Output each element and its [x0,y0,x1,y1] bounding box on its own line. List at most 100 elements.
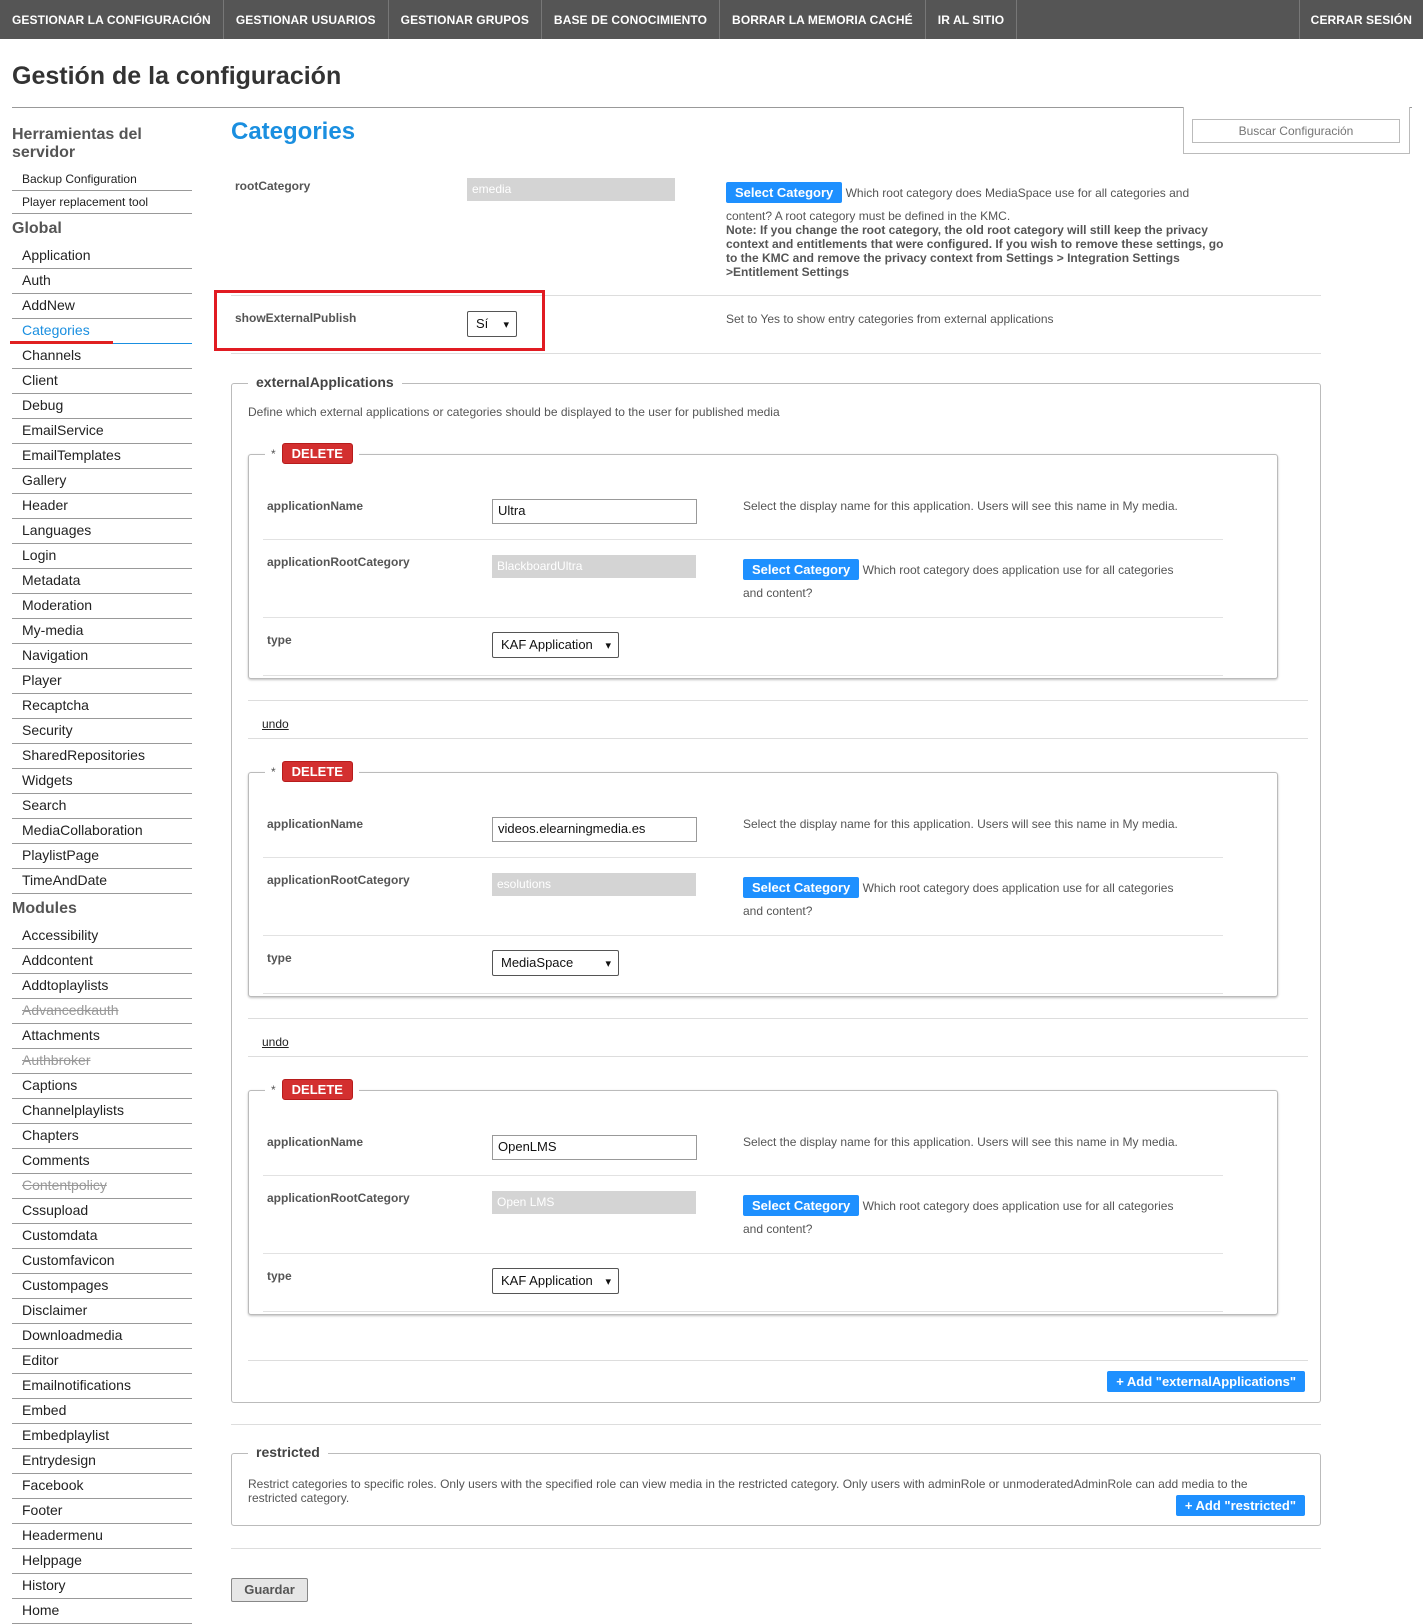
delete-button[interactable]: DELETE [281,1079,353,1100]
search-input[interactable] [1192,119,1400,143]
nav-manage-config[interactable]: GESTIONAR LA CONFIGURACIÓN [0,0,224,39]
restricted-desc: Restrict categories to specific roles. O… [248,1477,1248,1505]
sidebar-module-chapters[interactable]: Chapters [12,1124,192,1149]
app-divider [263,857,1223,858]
nav-manage-users[interactable]: GESTIONAR USUARIOS [224,0,389,39]
delete-button[interactable]: DELETE [281,443,353,464]
sidebar-item-header[interactable]: Header [12,494,192,519]
nav-manage-groups[interactable]: GESTIONAR GRUPOS [389,0,542,39]
sidebar-item-search[interactable]: Search [12,794,192,819]
save-button[interactable]: Guardar [231,1578,308,1602]
sidebar-item-client[interactable]: Client [12,369,192,394]
application-root-desc-line1: Which root category does application use… [862,881,1174,895]
sidebar-module-embedplaylist[interactable]: Embedplaylist [12,1424,192,1449]
restricted-legend: restricted [248,1444,328,1460]
sidebar-module-customdata[interactable]: Customdata [12,1224,192,1249]
root-select-category-button[interactable]: Select Category [726,182,843,203]
nav-clear-cache[interactable]: BORRAR LA MEMORIA CACHÉ [720,0,926,39]
sidebar-item-player[interactable]: Player [12,669,192,694]
sidebar-module-footer[interactable]: Footer [12,1499,192,1524]
sidebar-module-authbroker[interactable]: Authbroker [12,1049,192,1074]
sidebar-item-auth[interactable]: Auth [12,269,192,294]
app-select-category-button[interactable]: Select Category [743,559,860,580]
sidebar-item-navigation[interactable]: Navigation [12,644,192,669]
add-restricted-button[interactable]: + Add "restricted" [1175,1495,1305,1516]
sidebar-module-editor[interactable]: Editor [12,1349,192,1374]
sidebar-item-sharedrepositories[interactable]: SharedRepositories [12,744,192,769]
app-legend: * DELETE [265,761,359,782]
nav-knowledge-base[interactable]: BASE DE CONOCIMIENTO [542,0,721,39]
sidebar-module-attachments[interactable]: Attachments [12,1024,192,1049]
sidebar-heading-tools: Herramientas del servidor [12,126,142,161]
application-name-input[interactable]: OpenLMS [492,1135,697,1160]
sidebar-module-cssupload[interactable]: Cssupload [12,1199,192,1224]
nav-logout[interactable]: CERRAR SESIÓN [1300,0,1423,39]
app-select-category-button[interactable]: Select Category [743,877,860,898]
sidebar-module-comments[interactable]: Comments [12,1149,192,1174]
sidebar-item-debug[interactable]: Debug [12,394,192,419]
undo-link[interactable]: undo [262,1035,289,1049]
sidebar-module-customfavicon[interactable]: Customfavicon [12,1249,192,1274]
sidebar-item-widgets[interactable]: Widgets [12,769,192,794]
sidebar-item-addnew[interactable]: AddNew [12,294,192,319]
sidebar-item-gallery[interactable]: Gallery [12,469,192,494]
sidebar-item-playlistpage[interactable]: PlaylistPage [12,844,192,869]
active-item-underline [10,341,113,344]
sidebar-item-timeanddate[interactable]: TimeAndDate [12,869,192,894]
application-type-select[interactable]: KAF Application ▾ [492,632,619,658]
sidebar-tool-backup-configuration[interactable]: Backup Configuration [12,168,192,191]
application-name-label: applicationName [267,817,364,831]
sidebar-item-metadata[interactable]: Metadata [12,569,192,594]
delete-button[interactable]: DELETE [281,761,353,782]
root-category-desc-line1: Which root category does MediaSpace use … [845,186,1190,200]
sidebar-module-downloadmedia[interactable]: Downloadmedia [12,1324,192,1349]
sidebar-module-embed[interactable]: Embed [12,1399,192,1424]
app-divider [263,1253,1223,1254]
application-type-select[interactable]: KAF Application ▾ [492,1268,619,1294]
sidebar-module-emailnotifications[interactable]: Emailnotifications [12,1374,192,1399]
sidebar-module-history[interactable]: History [12,1574,192,1599]
sidebar-module-captions[interactable]: Captions [12,1074,192,1099]
sidebar-item-security[interactable]: Security [12,719,192,744]
show-external-publish-desc: Set to Yes to show entry categories from… [726,312,1054,326]
sidebar-module-home[interactable]: Home [12,1599,192,1624]
sidebar-item-login[interactable]: Login [12,544,192,569]
sidebar-item-channels[interactable]: Channels [12,344,192,369]
sidebar-module-helppage[interactable]: Helppage [12,1549,192,1574]
sidebar-module-headermenu[interactable]: Headermenu [12,1524,192,1549]
sidebar-module-disclaimer[interactable]: Disclaimer [12,1299,192,1324]
application-root-desc-line2: and content? [743,1222,813,1236]
application-type-select[interactable]: MediaSpace ▾ [492,950,619,976]
sidebar-module-advancedkauth[interactable]: Advancedkauth [12,999,192,1024]
sidebar-module-addcontent[interactable]: Addcontent [12,949,192,974]
sidebar-tool-player-replacement-tool[interactable]: Player replacement tool [12,191,192,214]
sidebar-item-languages[interactable]: Languages [12,519,192,544]
application-type-label: type [267,633,292,647]
nav-go-to-site[interactable]: IR AL SITIO [926,0,1018,39]
application-name-input[interactable]: Ultra [492,499,697,524]
root-category-note: Note: If you change the root category, t… [726,223,1224,279]
sidebar-module-contentpolicy[interactable]: Contentpolicy [12,1174,192,1199]
application-root-label: applicationRootCategory [267,555,410,569]
sidebar-item-application[interactable]: Application [12,244,192,269]
app-select-category-button[interactable]: Select Category [743,1195,860,1216]
sidebar-module-entrydesign[interactable]: Entrydesign [12,1449,192,1474]
undo-link[interactable]: undo [262,717,289,731]
undo-divider-top [248,1018,1308,1019]
sidebar-module-channelplaylists[interactable]: Channelplaylists [12,1099,192,1124]
sidebar-item-emailtemplates[interactable]: EmailTemplates [12,444,192,469]
sidebar-module-addtoplaylists[interactable]: Addtoplaylists [12,974,192,999]
sidebar-item-emailservice[interactable]: EmailService [12,419,192,444]
sidebar-item-recaptcha[interactable]: Recaptcha [12,694,192,719]
add-external-applications-button[interactable]: + Add "externalApplications" [1107,1371,1305,1392]
sidebar-module-accessibility[interactable]: Accessibility [12,924,192,949]
application-name-desc: Select the display name for this applica… [743,1135,1178,1149]
sidebar-item-my-media[interactable]: My-media [12,619,192,644]
sidebar-item-mediacollaboration[interactable]: MediaCollaboration [12,819,192,844]
undo-divider-bottom [248,1056,1308,1057]
sidebar-module-custompages[interactable]: Custompages [12,1274,192,1299]
divider-3 [231,1424,1321,1425]
application-name-input[interactable]: videos.elearningmedia.es [492,817,697,842]
sidebar-module-facebook[interactable]: Facebook [12,1474,192,1499]
sidebar-item-moderation[interactable]: Moderation [12,594,192,619]
